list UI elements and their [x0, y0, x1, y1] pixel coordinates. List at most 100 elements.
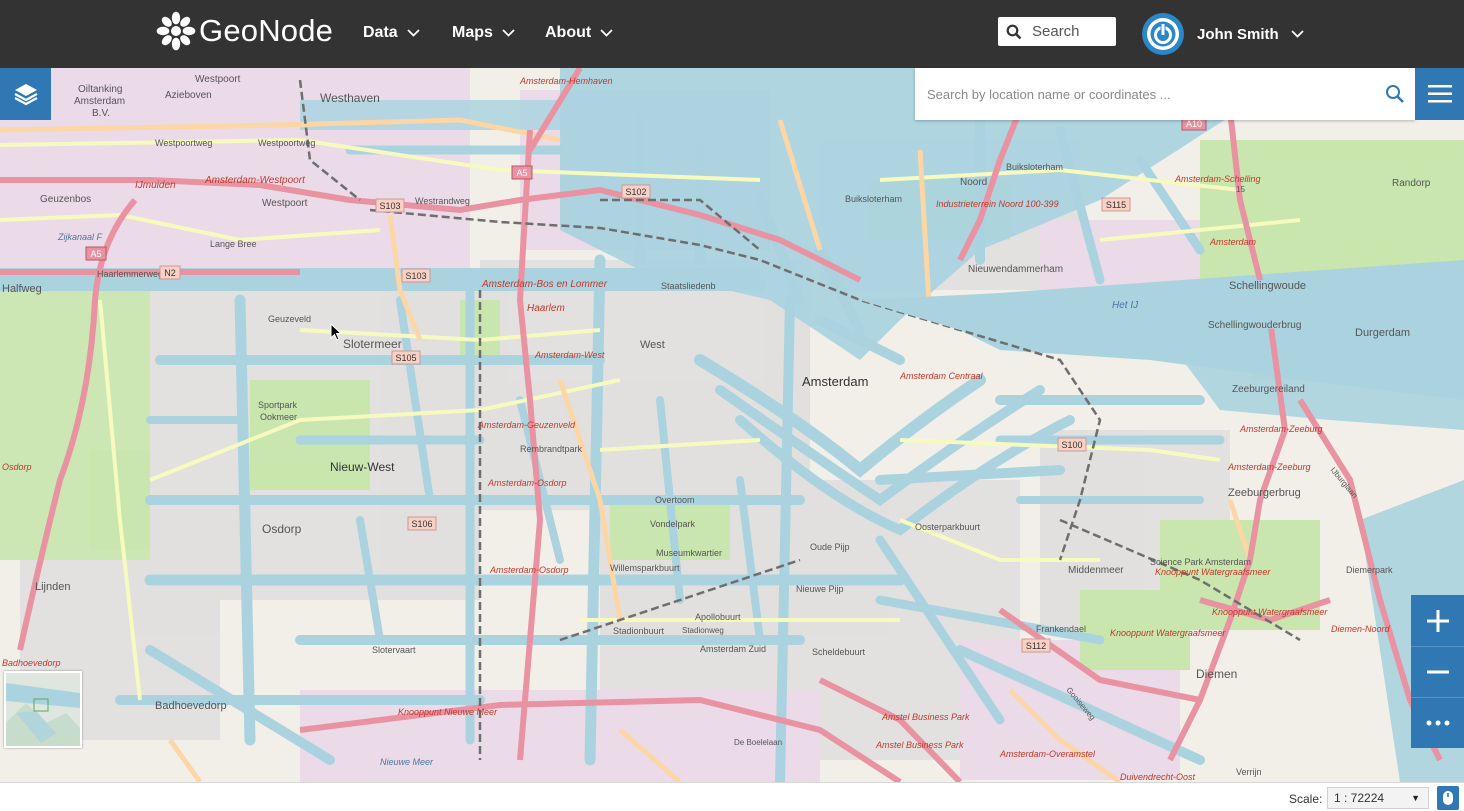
label-oiltanking: Oiltanking: [78, 84, 122, 95]
zoom-out-button[interactable]: [1411, 646, 1464, 697]
label-haarlem: Haarlem: [527, 303, 565, 314]
overview-map-thumbnail: [6, 673, 80, 746]
nav-data-menu[interactable]: Data: [363, 22, 420, 44]
location-search-input[interactable]: [915, 86, 1375, 102]
brand-link[interactable]: GeoNode: [155, 8, 333, 54]
scale-label: Scale:: [1289, 792, 1323, 806]
label-ookmeer: Ookmeer: [260, 412, 297, 422]
label-am-overamstel: Amsterdam-Overamstel: [999, 749, 1096, 759]
svg-text:S112: S112: [1026, 641, 1046, 651]
svg-text:N2: N2: [164, 268, 176, 278]
shield-s112: S112: [1021, 638, 1051, 653]
svg-text:S102: S102: [625, 187, 646, 197]
chevron-down-icon: [1291, 30, 1304, 38]
search-icon: [1006, 24, 1022, 39]
label-museumkwartier: Museumkwartier: [656, 548, 722, 558]
label-schellingwouderbrug: Schellingwouderbrug: [1208, 320, 1301, 331]
search-icon: [1386, 85, 1404, 103]
label-am-zeeburg-2: Amsterdam-Zeeburg: [1227, 462, 1311, 472]
label-am-zeeburg: Amsterdam-Zeeburg: [1239, 424, 1323, 434]
user-name: John Smith: [1197, 25, 1279, 43]
label-stadionbuurt: Stadionbuurt: [613, 626, 665, 636]
shield-s115: S115: [1101, 197, 1131, 212]
nav-about-menu[interactable]: About: [545, 22, 613, 44]
label-sportpark: Sportpark: [258, 400, 298, 410]
shield-n2: N2: [159, 265, 181, 280]
label-westpoort: Westpoort: [195, 74, 241, 85]
label-nieuwendammerham: Nieuwendammerham: [968, 264, 1063, 275]
nav-about-label: About: [545, 24, 592, 41]
label-westpoortweg: Westpoortweg: [155, 138, 212, 148]
label-vondelpark: Vondelpark: [650, 519, 696, 529]
label-westhaven: Westhaven: [320, 91, 380, 105]
label-am-zuid: Amsterdam-Osdorp: [489, 565, 569, 575]
map-viewport[interactable]: Westhaven Westpoort Azieboven Oiltanking…: [0, 68, 1464, 782]
svg-text:S103: S103: [379, 201, 400, 211]
label-oiltanking-2: Amsterdam: [74, 96, 125, 107]
label-de-boelelaan: De Boelelaan: [734, 738, 782, 747]
label-lange-bree: Lange Bree: [210, 239, 257, 249]
nav-maps-menu[interactable]: Maps: [452, 22, 515, 44]
label-duivendrecht: Duivendrecht-Oost: [1120, 772, 1196, 782]
label-randorp: Randorp: [1392, 178, 1431, 189]
label-lijnden: Lijnden: [35, 581, 70, 593]
label-am-schelling: Amsterdam-Schelling: [1174, 174, 1261, 184]
power-icon: [1147, 18, 1179, 50]
label-oosterparkbuurt: Oosterparkbuurt: [915, 522, 981, 532]
map-footer: Scale: 1 : 72224 ▼: [0, 782, 1464, 811]
label-westrandweg: Westrandweg: [415, 196, 470, 206]
svg-text:S105: S105: [395, 353, 416, 363]
layers-button[interactable]: [0, 68, 51, 120]
label-diemen: Diemen: [1196, 667, 1237, 681]
nav-search-input[interactable]: [1032, 23, 1112, 40]
svg-text:S115: S115: [1106, 200, 1126, 210]
layers-icon: [13, 84, 38, 106]
more-tools-button[interactable]: [1411, 697, 1464, 748]
label-halfweg: Halfweg: [2, 283, 42, 295]
label-frankendael: Frankendael: [1036, 624, 1086, 634]
caret-down-icon: ▼: [1411, 793, 1420, 803]
shield-a5a: A5: [511, 165, 533, 180]
scale-dropdown[interactable]: 1 : 72224 ▼: [1327, 787, 1429, 809]
overview-map[interactable]: [4, 671, 82, 748]
label-durgerdam: Durgerdam: [1355, 327, 1410, 339]
label-am-bos: Amsterdam-Bos en Lommer: [481, 279, 608, 290]
label-oiltanking-3: B.V.: [92, 108, 110, 119]
location-search-bar: [915, 68, 1415, 120]
label-buiksloterham-2: Buiksloterham: [1006, 162, 1063, 172]
label-west: West: [640, 339, 665, 351]
label-stadionweg: Stadionweg: [682, 626, 724, 635]
svg-text:S106: S106: [411, 519, 432, 529]
svg-text:A5: A5: [516, 168, 527, 178]
label-slotervaart: Slotervaart: [372, 645, 416, 655]
label-staatslieden: Staatsliedenb: [661, 281, 716, 291]
location-search-button[interactable]: [1375, 68, 1415, 120]
map-tiles[interactable]: Westhaven Westpoort Azieboven Oiltanking…: [0, 68, 1464, 782]
user-menu[interactable]: John Smith: [1142, 13, 1304, 55]
label-badhoevedorp-l: Badhoevedorp: [2, 658, 61, 668]
label-zijkanaal: Zijkanaal F: [57, 232, 103, 242]
label-badhoevedorp: Badhoevedorp: [155, 700, 227, 712]
label-osdorp-left: Osdorp: [2, 462, 32, 472]
nav-search-box[interactable]: [998, 17, 1116, 46]
nav-data-label: Data: [363, 24, 398, 41]
nav-maps-label: Maps: [452, 24, 493, 41]
label-knooppunt-nm: Knooppunt Nieuwe Meer: [398, 707, 498, 717]
label-knooppunt-w1: Knooppunt Watergraafsmeer: [1155, 567, 1271, 577]
label-fifteen: 15: [1236, 185, 1245, 194]
burger-menu-button[interactable]: [1415, 68, 1464, 120]
label-business-park-2: Amstel Business Park: [875, 740, 964, 750]
label-science-park: Science Park Amsterdam: [1150, 557, 1251, 567]
label-scheldebuurt: Scheldebuurt: [812, 647, 866, 657]
zoom-in-button[interactable]: [1411, 595, 1464, 646]
geonode-logo-icon: [156, 11, 196, 51]
label-zeeburgereiland: Zeeburgereiland: [1232, 384, 1305, 395]
hamburger-icon: [1427, 85, 1452, 103]
mouse-position-toggle[interactable]: [1437, 786, 1459, 810]
label-nieuw-west: Nieuw-West: [330, 460, 395, 474]
shield-s105: S105: [391, 350, 421, 365]
shield-s106: S106: [407, 516, 437, 531]
label-ijmuiden: IJmuiden: [135, 180, 176, 191]
label-azieboven: Azieboven: [165, 90, 212, 101]
chevron-down-icon: [502, 29, 515, 37]
